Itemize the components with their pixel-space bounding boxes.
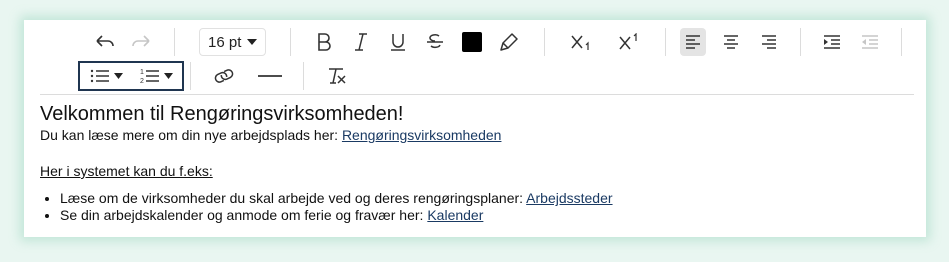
text-color-button[interactable] (459, 28, 485, 56)
link-icon (213, 69, 235, 83)
workplaces-link[interactable]: Arbejdssteder (526, 190, 612, 206)
underline-button[interactable] (385, 28, 411, 56)
superscript-icon (619, 33, 641, 51)
toolbar-divider (544, 28, 546, 56)
toolbar-divider (665, 28, 667, 56)
undo-button[interactable] (92, 28, 118, 56)
italic-button[interactable] (348, 28, 374, 56)
subscript-button[interactable] (567, 28, 597, 56)
editor-content[interactable]: Velkommen til Rengøringsvirksomheden! Du… (40, 102, 910, 224)
intro-line: Du kan læse mere om din nye arbejdsplads… (40, 126, 910, 144)
bullet-list-icon (90, 69, 110, 83)
underline-icon (390, 33, 406, 51)
toolbar-divider (190, 62, 191, 90)
chevron-down-icon (163, 73, 173, 79)
toolbar-row-1: 16 pt (40, 26, 903, 58)
svg-text:1: 1 (140, 69, 144, 76)
feature-list: Læse om de virksomheder du skal arbejde … (40, 190, 910, 224)
text-color-swatch (462, 32, 483, 52)
toolbar-divider (290, 28, 292, 56)
outdent-icon (861, 34, 879, 50)
font-size-value: 16 pt (208, 33, 242, 51)
list-item: Læse om de virksomheder du skal arbejde … (60, 190, 910, 207)
numbered-list-icon: 12 (140, 68, 160, 84)
highlight-button[interactable] (496, 28, 522, 56)
italic-icon (353, 33, 369, 51)
subscript-icon (571, 33, 593, 51)
chevron-down-icon (113, 73, 123, 79)
section-title: Her i systemet kan du f.eks: (40, 163, 213, 179)
toolbar-divider (303, 62, 304, 90)
bold-button[interactable] (311, 28, 337, 56)
align-right-button[interactable] (756, 28, 782, 56)
intro-text: Du kan læse mere om din nye arbejdsplads… (40, 127, 342, 143)
align-right-icon (761, 34, 777, 50)
bullet-list-button[interactable] (86, 62, 126, 90)
undo-icon (95, 34, 115, 50)
toolbar-divider (901, 28, 903, 56)
toolbar-divider (174, 28, 175, 56)
align-left-icon (685, 34, 701, 50)
editor-card: 16 pt 1 2 Velkommen til Rengøringsvirkso… (24, 20, 926, 237)
font-size-select[interactable]: 16 pt (199, 28, 267, 56)
list-item-text: Læse om de virksomheder du skal arbejde … (60, 190, 527, 206)
numbered-list-button[interactable]: 12 (136, 62, 176, 90)
superscript-button[interactable] (615, 28, 645, 56)
align-center-icon (723, 34, 739, 50)
content-heading: Velkommen til Rengøringsvirksomheden! (40, 103, 404, 125)
indent-button[interactable] (819, 28, 845, 56)
clear-format-icon (326, 67, 348, 85)
horizontal-rule-icon (258, 74, 282, 78)
toolbar-row-2: 12 (40, 60, 350, 92)
redo-icon (131, 34, 151, 50)
toolbar-divider (800, 28, 802, 56)
clear-format-button[interactable] (324, 62, 350, 90)
link-button[interactable] (211, 62, 237, 90)
workplace-link[interactable]: Rengøringsvirksomheden (342, 127, 502, 143)
chevron-down-icon (247, 39, 258, 45)
outdent-button[interactable] (857, 28, 883, 56)
editor-toolbar: 16 pt 1 2 (40, 20, 914, 95)
bold-icon (316, 33, 332, 51)
strikethrough-icon (426, 33, 444, 51)
list-item: Se din arbejdskalender og anmode om feri… (60, 207, 910, 224)
indent-icon (823, 34, 841, 50)
redo-button[interactable] (128, 28, 154, 56)
horizontal-rule-button[interactable] (257, 62, 283, 90)
align-center-button[interactable] (718, 28, 744, 56)
strikethrough-button[interactable] (422, 28, 448, 56)
calendar-link[interactable]: Kalender (427, 207, 483, 223)
list-format-group: 12 (78, 61, 184, 91)
svg-text:2: 2 (140, 78, 144, 84)
highlight-icon (499, 32, 519, 52)
align-left-button[interactable] (680, 28, 707, 56)
list-item-text: Se din arbejdskalender og anmode om feri… (60, 207, 428, 223)
